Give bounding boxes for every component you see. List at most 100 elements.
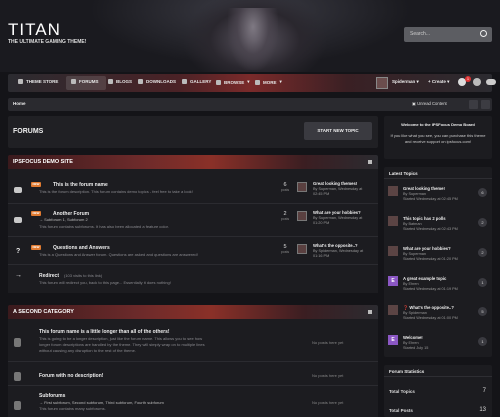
last-post-title[interactable]: Great looking themes! [313, 181, 357, 186]
unread-content-link[interactable]: ▣ Unread Content [412, 101, 447, 106]
blogs-icon [108, 79, 113, 84]
question-icon: ? [16, 248, 21, 255]
subforum-links[interactable]: → First subforum, Second subforum, Third… [39, 400, 164, 405]
welcome-title: Welcome to the IPSFocus Demo Board [401, 122, 475, 127]
topic-avatar[interactable]: E [388, 276, 398, 286]
search-icon[interactable] [480, 30, 487, 37]
category-header[interactable]: IPSFOCUS DEMO SITE [8, 155, 378, 169]
forum-title[interactable]: Forum with no description! [39, 373, 103, 379]
nav-label: BLOGS [116, 79, 133, 84]
twitter-icon[interactable] [481, 100, 490, 109]
create-menu[interactable]: + Create ▾ [428, 79, 449, 85]
forum-description: This is going to be a longer description… [39, 336, 203, 341]
widget-title: Forum Statistics [389, 369, 425, 374]
welcome-text[interactable]: If you like what you see, you can purcha… [388, 133, 488, 145]
last-post-avatar[interactable] [297, 182, 307, 192]
user-name: Spiderman [392, 79, 416, 84]
forum-description: This forum contains subforums. It has al… [39, 224, 169, 229]
post-count-label: posts [280, 250, 290, 254]
new-badge: NEW [31, 245, 41, 250]
topic-title[interactable]: A great example topic [403, 276, 446, 281]
topic-avatar[interactable] [388, 246, 398, 256]
widget-header: Latest Topics [384, 167, 492, 179]
post-count: 5 posts [275, 244, 295, 254]
download-icon [138, 79, 143, 84]
nav-browse[interactable]: BROWSE ▾ [216, 79, 250, 85]
forum-description: longer forum descriptions are handled by… [39, 342, 205, 347]
topic-reply-count: 1 [478, 337, 487, 346]
post-count-label: posts [280, 188, 290, 192]
forum-row: → Redirect (103 visits to this link) Thi… [8, 265, 378, 291]
last-post-time: 01:16 PM [313, 254, 330, 258]
forum-description: This is the forum description. This foru… [39, 189, 193, 194]
topic-title-text: What's the opposite..? [409, 305, 454, 310]
forum-description: This forum will redirect you, back to th… [39, 280, 171, 285]
site-logo[interactable]: TITAN [8, 20, 61, 40]
last-post-title[interactable]: What are your hobbies? [313, 210, 361, 215]
welcome-widget: Welcome to the IPSFocus Demo Board If yo… [384, 116, 492, 159]
locked-forum-icon [14, 401, 21, 410]
topic-title[interactable]: What are your hobbies? [403, 246, 451, 251]
hero-banner: TITAN THE ULTIMATE GAMING THEME! Search.… [0, 0, 500, 72]
breadcrumb-home[interactable]: Home [13, 101, 26, 106]
messages-icon[interactable] [473, 78, 481, 86]
category-title: IPSFOCUS DEMO SITE [13, 159, 73, 165]
widget-title: Latest Topics [389, 171, 418, 176]
forum-title[interactable]: Questions and Answers [53, 245, 110, 251]
user-menu[interactable]: Spiderman ▾ [392, 79, 419, 85]
forum-title[interactable]: This is the forum name [53, 182, 108, 188]
category-body: NEW This is the forum name This is the f… [8, 169, 378, 293]
subforum-links[interactable]: → Subforum 1, Subforum 2 [39, 217, 88, 222]
user-avatar[interactable] [376, 77, 388, 89]
nav-downloads[interactable]: DOWNLOADS [138, 79, 176, 84]
topic-title[interactable]: Great looking theme! [403, 186, 445, 191]
theme-toggle[interactable] [486, 79, 496, 85]
category-header[interactable]: A SECOND CATEGORY [8, 305, 378, 319]
redirect-icon: → [15, 272, 22, 279]
search-input[interactable]: Search... [404, 27, 492, 42]
topic-title[interactable]: This topic has 2 polls [403, 216, 446, 221]
nav-forums[interactable]: FORUMS [71, 79, 99, 84]
nav-theme-store[interactable]: THEME STORE [18, 79, 58, 84]
topic-date: Started Wednesday at 02:45 PM [403, 197, 458, 201]
last-post-time: 02:45 PM [313, 192, 330, 196]
total-topics-value: 7 [482, 388, 486, 394]
nav-gallery[interactable]: GALLERY [182, 79, 211, 84]
no-posts-text: No posts here yet [312, 340, 344, 345]
last-post-avatar[interactable] [297, 211, 307, 221]
start-new-topic-button[interactable]: START NEW TOPIC [304, 122, 372, 140]
topic-avatar[interactable] [388, 305, 398, 315]
forum-title[interactable]: This forum name is a little longer than … [39, 329, 170, 335]
page-title: FORUMS [13, 128, 44, 135]
hero-figure-image [228, 8, 278, 70]
forum-description: This forum contains many subforums. [39, 406, 106, 411]
forum-row: NEW Another Forum → Subforum 1, Subforum… [8, 204, 378, 236]
total-posts-label: Total Posts [389, 408, 413, 413]
forum-title[interactable]: Subforums [39, 393, 65, 399]
search-placeholder: Search... [410, 31, 431, 37]
nav-more[interactable]: MORE ▾ [255, 79, 282, 85]
topic-reply-count: 2 [478, 248, 487, 257]
topic-title[interactable]: Welcome! [403, 335, 423, 340]
latest-topics-widget: Latest Topics Great looking theme! By Su… [384, 167, 492, 357]
facebook-icon[interactable] [469, 100, 478, 109]
forums-header: FORUMS START NEW TOPIC [8, 116, 378, 148]
last-post-title[interactable]: What's the opposite..? [313, 243, 358, 248]
topic-avatar[interactable] [388, 216, 398, 226]
redirect-visits: (103 visits to this link) [64, 273, 103, 278]
notification-badge: 1 [465, 76, 471, 82]
topic-avatar[interactable]: E [388, 335, 398, 345]
main-nav: THEME STORE FORUMS BLOGS DOWNLOADS GALLE… [8, 74, 496, 92]
nav-blogs[interactable]: BLOGS [108, 79, 132, 84]
topic-avatar[interactable] [388, 186, 398, 196]
last-post-avatar[interactable] [297, 244, 307, 254]
new-badge: NEW [31, 182, 41, 187]
no-posts-text: No posts here yet [312, 400, 344, 405]
topic-date: Started Wednesday at 01:19 PM [403, 287, 458, 291]
more-icon [255, 79, 260, 85]
forum-row: ? NEW Questions and Answers This is a Qu… [8, 237, 378, 263]
collapse-icon[interactable] [368, 160, 372, 164]
forum-title[interactable]: Redirect [39, 273, 59, 279]
collapse-icon[interactable] [368, 310, 372, 314]
locked-forum-icon [14, 338, 21, 347]
